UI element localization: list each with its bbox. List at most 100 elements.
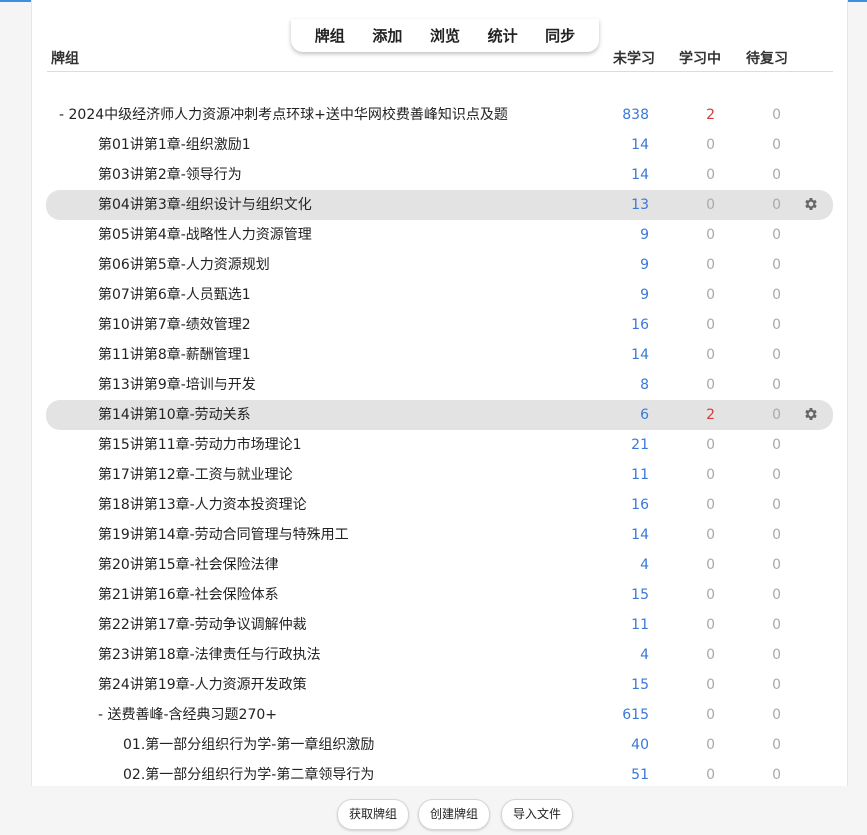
deck-name[interactable]: 第15讲第11章-劳动力市场理论1: [98, 430, 302, 460]
learn-count: 2: [706, 107, 715, 123]
deck-name[interactable]: 第07讲第6章-人员甄选1: [98, 280, 251, 310]
deck-name[interactable]: 第04讲第3章-组织设计与组织文化: [98, 190, 312, 220]
deck-row[interactable]: 第17讲第12章-工资与就业理论 11 0 0: [46, 460, 833, 490]
due-count: 0: [772, 317, 781, 333]
new-count: 13: [631, 197, 649, 213]
deck-row[interactable]: 01.第一部分组织行为学-第一章组织激励 40 0 0: [46, 730, 833, 760]
due-count: 0: [772, 497, 781, 513]
deck-row[interactable]: 第13讲第9章-培训与开发 8 0 0: [46, 370, 833, 400]
learn-count: 0: [706, 257, 715, 273]
new-count: 6: [640, 407, 649, 423]
deck-row[interactable]: 第20讲第15章-社会保险法律 4 0 0: [46, 550, 833, 580]
new-count: 14: [631, 167, 649, 183]
new-count: 9: [640, 227, 649, 243]
deck-name[interactable]: 第18讲第13章-人力资本投资理论: [98, 490, 307, 520]
deck-name[interactable]: 第22讲第17章-劳动争议调解仲裁: [98, 610, 307, 640]
new-count: 9: [640, 287, 649, 303]
deck-row[interactable]: 第23讲第18章-法律责任与行政执法 4 0 0: [46, 640, 833, 670]
deck-name[interactable]: 第19讲第14章-劳动合同管理与特殊用工: [98, 520, 349, 550]
new-count: 16: [631, 497, 649, 513]
deck-row[interactable]: 第21讲第16章-社会保险体系 15 0 0: [46, 580, 833, 610]
deck-row[interactable]: 第05讲第4章-战略性人力资源管理 9 0 0: [46, 220, 833, 250]
deck-name[interactable]: 第13讲第9章-培训与开发: [98, 370, 256, 400]
header-learn: 学习中: [679, 51, 721, 67]
deck-name[interactable]: 01.第一部分组织行为学-第一章组织激励: [123, 730, 374, 760]
new-count: 14: [631, 527, 649, 543]
nav-sync[interactable]: 同步: [545, 25, 575, 46]
deck-name[interactable]: 第06讲第5章-人力资源规划: [98, 250, 270, 280]
deck-row[interactable]: 第19讲第14章-劳动合同管理与特殊用工 14 0 0: [46, 520, 833, 550]
header-deck: 牌组: [51, 51, 79, 67]
deck-name[interactable]: 第21讲第16章-社会保险体系: [98, 580, 279, 610]
due-count: 0: [772, 137, 781, 153]
gear-icon[interactable]: [803, 406, 821, 424]
deck-row[interactable]: 02.第一部分组织行为学-第二章领导行为 51 0 0: [46, 760, 833, 786]
due-count: 0: [772, 347, 781, 363]
learn-count: 0: [706, 467, 715, 483]
create-deck-button[interactable]: 创建牌组: [418, 799, 491, 830]
learn-count: 0: [706, 647, 715, 663]
deck-name[interactable]: 第23讲第18章-法律责任与行政执法: [98, 640, 321, 670]
deck-name[interactable]: 第20讲第15章-社会保险法律: [98, 550, 279, 580]
nav-browse[interactable]: 浏览: [430, 25, 460, 46]
learn-count: 0: [706, 527, 715, 543]
learn-count: 0: [706, 737, 715, 753]
get-shared-button[interactable]: 获取牌组: [337, 799, 410, 830]
learn-count: 0: [706, 677, 715, 693]
nav-add[interactable]: 添加: [372, 25, 402, 46]
deck-row[interactable]: 第10讲第7章-绩效管理2 16 0 0: [46, 310, 833, 340]
due-count: 0: [772, 227, 781, 243]
nav-decks[interactable]: 牌组: [315, 25, 345, 46]
deck-name[interactable]: 第14讲第10章-劳动关系: [98, 400, 251, 430]
header-new: 未学习: [613, 51, 655, 67]
due-count: 0: [772, 467, 781, 483]
deck-row[interactable]: 第04讲第3章-组织设计与组织文化 13 0 0: [46, 190, 833, 220]
nav-stats[interactable]: 统计: [488, 25, 518, 46]
deck-row[interactable]: 第24讲第19章-人力资源开发政策 15 0 0: [46, 670, 833, 700]
learn-count: 0: [706, 707, 715, 723]
deck-name[interactable]: 第24讲第19章-人力资源开发政策: [98, 670, 307, 700]
deck-name[interactable]: 02.第一部分组织行为学-第二章领导行为: [123, 760, 374, 786]
deck-row[interactable]: - 2024中级经济师人力资源冲刺考点环球+送中华网校费善峰知识点及题 838 2 0: [46, 100, 833, 130]
deck-name[interactable]: 第01讲第1章-组织激励1: [98, 130, 251, 160]
deck-row[interactable]: 第07讲第6章-人员甄选1 9 0 0: [46, 280, 833, 310]
deck-row[interactable]: 第15讲第11章-劳动力市场理论1 21 0 0: [46, 430, 833, 460]
deck-name[interactable]: 第03讲第2章-领导行为: [98, 160, 242, 190]
deck-row[interactable]: 第06讲第5章-人力资源规划 9 0 0: [46, 250, 833, 280]
deck-row[interactable]: - 送费善峰-含经典习题270+ 615 0 0: [46, 700, 833, 730]
new-count: 4: [640, 647, 649, 663]
deck-name[interactable]: 第11讲第8章-薪酬管理1: [98, 340, 251, 370]
due-count: 0: [772, 767, 781, 783]
deck-row[interactable]: 第03讲第2章-领导行为 14 0 0: [46, 160, 833, 190]
deck-name[interactable]: - 2024中级经济师人力资源冲刺考点环球+送中华网校费善峰知识点及题: [59, 100, 508, 130]
due-count: 0: [772, 257, 781, 273]
due-count: 0: [772, 287, 781, 303]
header-due: 待复习: [746, 51, 788, 67]
new-count: 16: [631, 317, 649, 333]
deck-name[interactable]: 第17讲第12章-工资与就业理论: [98, 460, 293, 490]
due-count: 0: [772, 737, 781, 753]
new-count: 51: [631, 767, 649, 783]
learn-count: 0: [706, 287, 715, 303]
gear-icon[interactable]: [803, 196, 821, 214]
learn-count: 0: [706, 347, 715, 363]
deck-row[interactable]: 第14讲第10章-劳动关系 6 2 0: [46, 400, 833, 430]
deck-name[interactable]: 第10讲第7章-绩效管理2: [98, 310, 251, 340]
due-count: 0: [772, 407, 781, 423]
deck-name[interactable]: - 送费善峰-含经典习题270+: [98, 700, 277, 730]
new-count: 21: [631, 437, 649, 453]
new-count: 40: [631, 737, 649, 753]
import-file-button[interactable]: 导入文件: [501, 799, 574, 830]
learn-count: 0: [706, 167, 715, 183]
due-count: 0: [772, 377, 781, 393]
deck-row[interactable]: 第18讲第13章-人力资本投资理论 16 0 0: [46, 490, 833, 520]
learn-count: 0: [706, 437, 715, 453]
due-count: 0: [772, 587, 781, 603]
new-count: 15: [631, 587, 649, 603]
learn-count: 0: [706, 227, 715, 243]
deck-name[interactable]: 第05讲第4章-战略性人力资源管理: [98, 220, 312, 250]
deck-row[interactable]: 第11讲第8章-薪酬管理1 14 0 0: [46, 340, 833, 370]
deck-row[interactable]: 第01讲第1章-组织激励1 14 0 0: [46, 130, 833, 160]
learn-count: 0: [706, 197, 715, 213]
deck-row[interactable]: 第22讲第17章-劳动争议调解仲裁 11 0 0: [46, 610, 833, 640]
